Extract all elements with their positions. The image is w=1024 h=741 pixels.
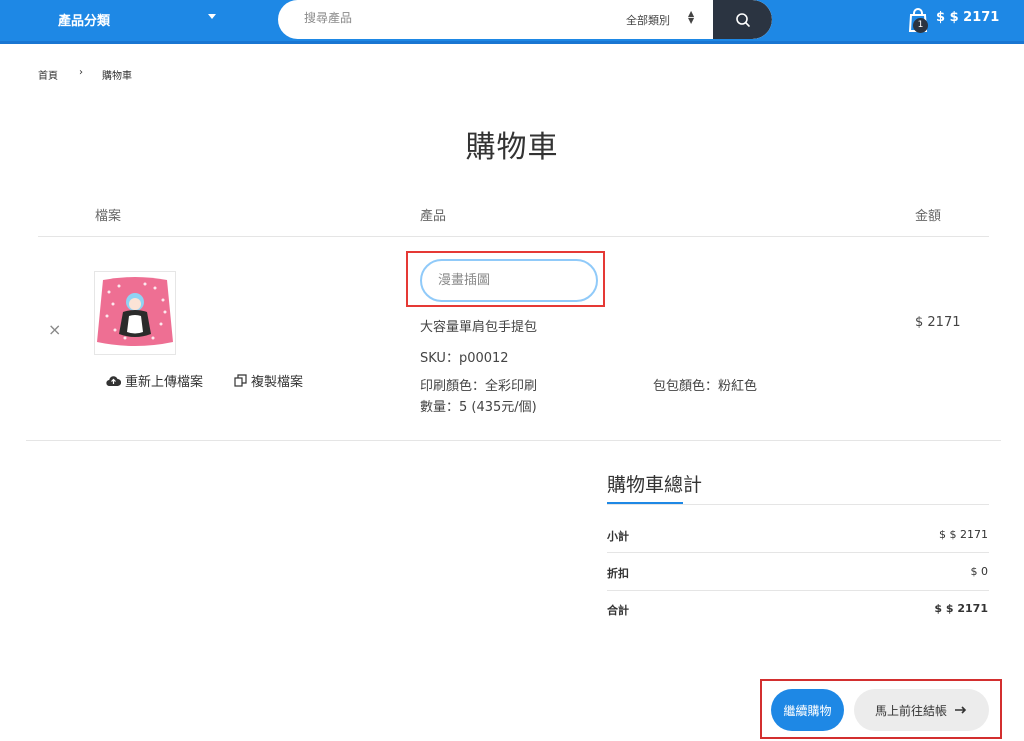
discount-label: 折扣 — [607, 567, 629, 580]
checkout-label: 馬上前往結帳 — [874, 703, 947, 718]
copy-file-label: 複製檔案 — [251, 375, 304, 390]
checkout-button[interactable]: 馬上前往結帳 — [854, 689, 989, 731]
column-header-file: 檔案 — [95, 209, 122, 224]
reupload-file-label: 重新上傳檔案 — [125, 375, 204, 390]
top-navbar: 產品分類 全部類別 ▲▼ 1 $ $ 2171 — [0, 0, 1024, 44]
item-price: $ 2171 — [915, 315, 961, 330]
tote-bag-image — [97, 277, 173, 346]
cart-total-amount[interactable]: $ $ 2171 — [936, 10, 999, 25]
discount-value: $ 0 — [970, 565, 989, 578]
quantity: 數量：5 (435元/個) — [420, 400, 537, 415]
divider — [26, 440, 1001, 441]
category-dropdown-label[interactable]: 產品分類 — [58, 10, 110, 29]
cloud-upload-icon — [106, 375, 121, 386]
breadcrumb-home[interactable]: 首頁 — [38, 67, 58, 82]
search-input[interactable] — [304, 11, 604, 25]
search-category-select[interactable]: 全部類別 — [626, 12, 670, 28]
print-color: 印刷顏色：全彩印刷 — [420, 379, 538, 394]
subtotal-value: $ $ 2171 — [939, 528, 988, 541]
continue-shopping-label: 繼續購物 — [783, 703, 832, 718]
reupload-file-button[interactable]: 重新上傳檔案 — [106, 371, 203, 390]
product-name: 大容量單肩包手提包 — [420, 320, 538, 335]
divider — [607, 552, 989, 553]
bag-color: 包包顏色：粉紅色 — [653, 379, 758, 394]
chevron-down-icon[interactable] — [208, 14, 216, 19]
select-arrows-icon[interactable]: ▲ ▼ — [688, 10, 694, 25]
cart-totals-title: 購物車總計 — [607, 474, 703, 496]
total-label: 合計 — [607, 604, 629, 617]
copy-icon — [234, 374, 247, 387]
search-button[interactable] — [713, 0, 772, 39]
breadcrumb-separator: › — [79, 67, 83, 78]
page-title: 購物車 — [465, 130, 559, 165]
product-sku: SKU：p00012 — [420, 351, 509, 366]
item-name-input[interactable] — [420, 259, 598, 302]
copy-file-button[interactable]: 複製檔案 — [234, 371, 303, 390]
column-header-product: 產品 — [420, 209, 447, 224]
cart-count-badge: 1 — [913, 18, 928, 33]
divider — [607, 590, 989, 591]
search-icon — [735, 12, 750, 27]
arrow-right-icon — [955, 706, 967, 714]
total-value: $ $ 2171 — [934, 602, 988, 615]
continue-shopping-button[interactable]: 繼續購物 — [771, 689, 844, 731]
remove-item-button[interactable]: × — [48, 320, 61, 339]
product-thumbnail[interactable] — [94, 271, 176, 355]
divider — [607, 504, 989, 505]
title-underline — [607, 502, 683, 504]
column-header-amount: 金額 — [915, 209, 942, 224]
divider — [38, 236, 989, 237]
search-bar: 全部類別 ▲▼ — [278, 0, 772, 39]
breadcrumb-current: 購物車 — [102, 71, 132, 82]
subtotal-label: 小計 — [607, 530, 629, 543]
